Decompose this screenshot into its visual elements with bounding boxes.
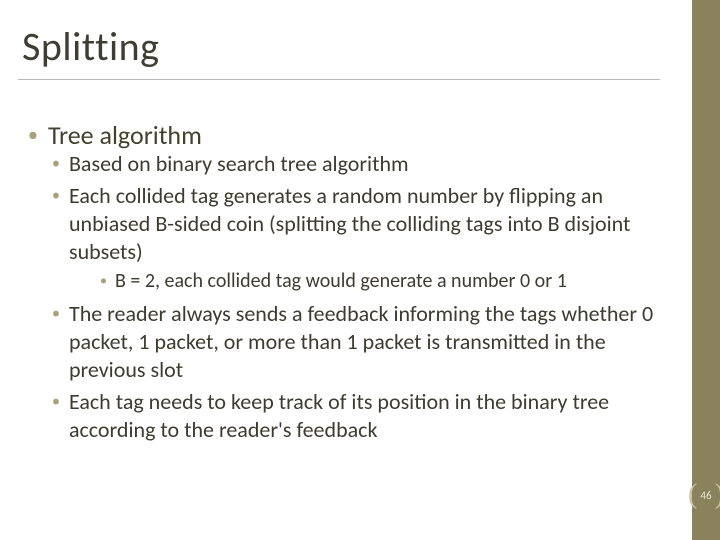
- bullet-text: Each collided tag generates a random num…: [69, 182, 660, 266]
- bullet-icon: •: [52, 300, 60, 328]
- bullet-level2: • Each collided tag generates a random n…: [52, 182, 660, 294]
- content-area: • Tree algorithm • Based on binary searc…: [28, 120, 660, 452]
- bullet-text: The reader always sends a feedback infor…: [69, 300, 660, 384]
- title-area: Splitting: [18, 22, 660, 80]
- bullet-level3: • B = 2, each collided tag would generat…: [100, 268, 660, 294]
- slide-title: Splitting: [18, 22, 660, 80]
- paren-right-icon: ): [715, 481, 720, 509]
- page-number: 46: [700, 489, 711, 502]
- bullet-text: Tree algorithm: [48, 120, 202, 150]
- bullet-text: Each tag needs to keep track of its posi…: [69, 388, 660, 444]
- paren-left-icon: (: [688, 481, 697, 509]
- bullet-text: B = 2, each collided tag would generate …: [115, 268, 567, 294]
- bullet-icon: •: [28, 120, 38, 150]
- bullet-level1: • Tree algorithm • Based on binary searc…: [28, 120, 660, 444]
- bullet-level2: • The reader always sends a feedback inf…: [52, 300, 660, 384]
- bullet-icon: •: [52, 182, 60, 210]
- side-stripe: [692, 0, 720, 540]
- slide: Splitting • Tree algorithm • Based on bi…: [0, 0, 720, 540]
- bullet-text: Based on binary search tree algorithm: [69, 150, 409, 178]
- bullet-icon: •: [100, 268, 107, 294]
- bullet-level2: • Each tag needs to keep track of its po…: [52, 388, 660, 444]
- bullet-icon: •: [52, 388, 60, 416]
- page-number-badge: ( 46 ): [694, 480, 718, 510]
- bullet-icon: •: [52, 150, 60, 178]
- bullet-level2: • Based on binary search tree algorithm: [52, 150, 660, 178]
